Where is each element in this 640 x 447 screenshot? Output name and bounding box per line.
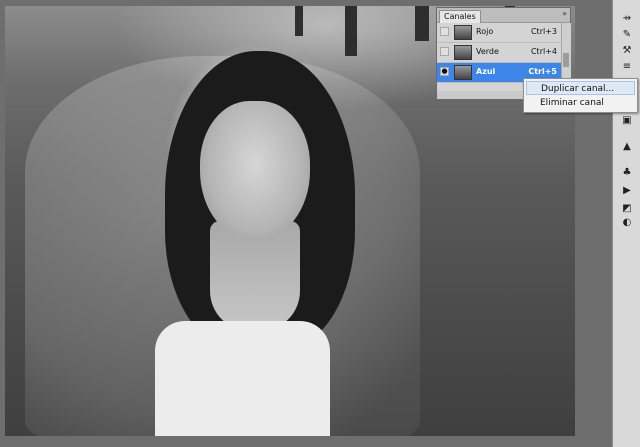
face — [200, 101, 310, 241]
scroll-thumb[interactable] — [563, 53, 569, 67]
visibility-toggle[interactable] — [440, 27, 449, 36]
tree-trunk — [295, 6, 303, 36]
context-menu: Duplicar canal... Eliminar canal — [523, 78, 638, 113]
channel-name: Azul — [476, 67, 496, 76]
panel-header: Canales » — [437, 8, 570, 23]
channel-shortcut: Ctrl+4 — [530, 47, 557, 56]
channel-name: Rojo — [476, 27, 494, 36]
channel-row-verde[interactable]: Verde Ctrl+4 — [437, 43, 561, 63]
crop-icon[interactable]: ◩ — [621, 204, 633, 214]
channel-thumbnail — [454, 25, 472, 40]
arrange-icon[interactable]: ⇸ — [621, 14, 633, 24]
double-chevron-right-icon[interactable]: » — [562, 9, 567, 18]
layers-icon[interactable]: ≡ — [621, 62, 633, 72]
play-icon[interactable]: ▶ — [621, 186, 633, 196]
tools-strip: ⇸ ✎ ⚒ ≡ ▪ ▣ ▲ ♣ ▶ ◩ ◐ — [612, 0, 640, 447]
channel-shortcut: Ctrl+5 — [528, 67, 557, 76]
stamp-icon[interactable]: ▲ — [621, 142, 633, 152]
channel-shortcut: Ctrl+3 — [530, 27, 557, 36]
dress — [155, 321, 330, 436]
eye-icon[interactable]: ● — [440, 67, 449, 76]
tree-trunk — [345, 6, 357, 56]
channel-row-rojo[interactable]: Rojo Ctrl+3 — [437, 23, 561, 43]
menu-item-duplicate-channel[interactable]: Duplicar canal... — [526, 81, 635, 95]
channel-thumbnail — [454, 45, 472, 60]
channel-name: Verde — [476, 47, 499, 56]
tree-trunk — [415, 6, 429, 41]
tab-channels[interactable]: Canales — [439, 10, 481, 23]
visibility-toggle[interactable] — [440, 47, 449, 56]
menu-item-delete-channel[interactable]: Eliminar canal — [526, 96, 635, 110]
channel-thumbnail — [454, 65, 472, 80]
wrench-icon[interactable]: ⚒ — [621, 46, 633, 56]
brush-icon[interactable]: ♣ — [621, 168, 633, 178]
camera-icon[interactable]: ▣ — [621, 116, 633, 126]
mask-icon[interactable]: ◐ — [621, 218, 633, 228]
eyedropper-icon[interactable]: ✎ — [621, 30, 633, 40]
